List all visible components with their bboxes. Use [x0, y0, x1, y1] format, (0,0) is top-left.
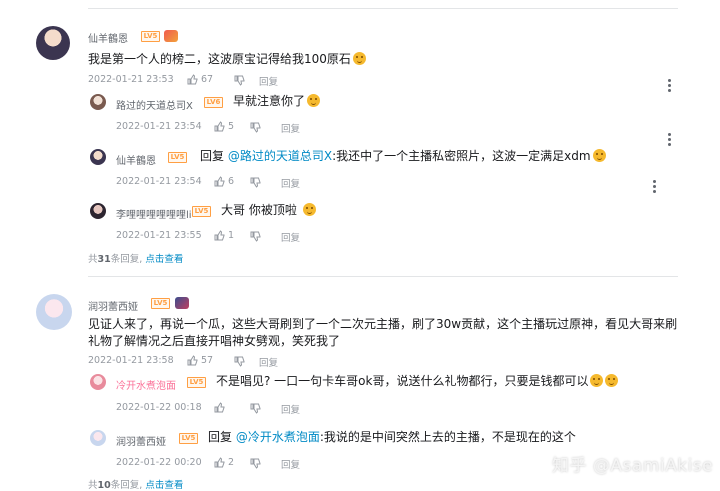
reply-button[interactable]: 回复: [259, 74, 278, 88]
comment-text: 见证人来了，再说一个瓜，这些大哥刷到了一个二次元主播，刷了30w贡献，这个主播玩…: [88, 317, 678, 348]
avatar[interactable]: [90, 374, 106, 390]
avatar[interactable]: [90, 149, 106, 165]
more-icon[interactable]: [667, 78, 671, 94]
dislike-icon[interactable]: [250, 231, 261, 242]
comment-time: 2022-01-21 23:54: [116, 176, 202, 187]
mention-link[interactable]: @冷开水煮泡面: [236, 430, 320, 444]
reply-button[interactable]: 回复: [281, 402, 300, 416]
dislike-icon[interactable]: [250, 403, 261, 414]
like-icon[interactable]: [214, 457, 225, 468]
reply-button[interactable]: 回复: [281, 230, 300, 244]
like-count: 5: [228, 121, 235, 132]
emoji-icon: [307, 94, 321, 107]
view-replies-link[interactable]: 点击查看: [145, 254, 183, 265]
like-count: 1: [228, 230, 235, 241]
emoji-icon: [592, 149, 606, 162]
avatar[interactable]: [36, 26, 70, 60]
more-icon[interactable]: [667, 132, 671, 148]
comment-text: 大哥 你被顶啦: [221, 202, 316, 219]
like-icon[interactable]: [187, 74, 198, 85]
like-icon[interactable]: [214, 121, 225, 132]
level-badge: LV5: [151, 298, 170, 309]
view-replies-link[interactable]: 点击查看: [145, 480, 183, 491]
comment-time: 2022-01-21 23:55: [116, 230, 202, 241]
comment-time: 2022-01-21 23:54: [116, 121, 202, 132]
comment-text: 不是唱见? 一口一句卡车哥ok哥，说送什么礼物都行，只要是钱都可以: [216, 373, 619, 390]
comment-time: 2022-01-21 23:58: [88, 355, 174, 366]
more-icon[interactable]: [652, 179, 656, 195]
like-icon[interactable]: [214, 230, 225, 241]
mention-link[interactable]: @路过的天道总司X: [228, 149, 332, 163]
like-icon[interactable]: [214, 402, 225, 413]
reply-summary: 共31条回复, 点击查看: [88, 254, 184, 265]
like-count: 2: [228, 457, 235, 468]
reply-button[interactable]: 回复: [281, 121, 300, 135]
reply-button[interactable]: 回复: [259, 355, 278, 369]
comment-time: 2022-01-22 00:20: [116, 457, 202, 468]
fan-medal-icon: [164, 30, 178, 42]
username[interactable]: 润羽蕾西娅: [88, 298, 138, 313]
level-badge: LV6: [204, 97, 223, 108]
reply-button[interactable]: 回复: [281, 457, 300, 471]
thread-divider: [88, 276, 678, 277]
emoji-icon: [352, 52, 366, 65]
top-divider: [88, 8, 678, 9]
avatar[interactable]: [90, 203, 106, 219]
watermark: 知乎 @AsamiAkise: [552, 456, 714, 476]
comment-text: 回复 @冷开水煮泡面:我说的是中间突然上去的主播，不是现在的这个: [208, 430, 576, 444]
emoji-icon: [302, 203, 316, 216]
avatar[interactable]: [36, 294, 72, 330]
like-count: 6: [228, 176, 235, 187]
dislike-icon[interactable]: [250, 458, 261, 469]
level-badge: LV5: [168, 152, 187, 163]
username[interactable]: 路过的天道总司X: [116, 97, 193, 112]
username[interactable]: 润羽蕾西娅: [116, 433, 166, 448]
comment-time: 2022-01-22 00:18: [116, 402, 202, 413]
emoji-icon: [605, 374, 619, 387]
dislike-icon[interactable]: [234, 75, 245, 86]
comment-time: 2022-01-21 23:53: [88, 74, 174, 85]
like-count: 67: [201, 74, 214, 85]
level-badge: LV5: [192, 206, 211, 217]
comment-text: 我是第一个人的榜二，这波原宝记得给我100原石: [88, 51, 366, 68]
dislike-icon[interactable]: [234, 356, 245, 367]
like-count: 57: [201, 355, 214, 366]
like-icon[interactable]: [214, 176, 225, 187]
dislike-icon[interactable]: [250, 177, 261, 188]
avatar[interactable]: [90, 94, 106, 110]
level-badge: LV5: [187, 377, 206, 388]
level-badge: LV5: [141, 31, 160, 42]
reply-summary: 共10条回复, 点击查看: [88, 480, 184, 491]
username[interactable]: 仙羊鶴恩: [116, 152, 156, 167]
like-icon[interactable]: [187, 355, 198, 366]
emoji-icon: [590, 374, 604, 387]
level-badge: LV5: [179, 433, 198, 444]
comment-text: 回复 @路过的天道总司X:我还中了一个主播私密照片，这波一定满足xdm: [200, 148, 606, 165]
username[interactable]: 仙羊鶴恩: [88, 30, 128, 45]
dislike-icon[interactable]: [250, 122, 261, 133]
username[interactable]: 李哩哩哩哩哩哩li: [116, 206, 192, 221]
reply-button[interactable]: 回复: [281, 176, 300, 190]
comment-meta: 2022-01-21 23:53: [88, 74, 174, 85]
fan-medal-icon: [175, 297, 189, 309]
comment-text: 早就注意你了: [233, 93, 321, 110]
username[interactable]: 冷开水煮泡面: [116, 377, 176, 392]
avatar[interactable]: [90, 430, 106, 446]
